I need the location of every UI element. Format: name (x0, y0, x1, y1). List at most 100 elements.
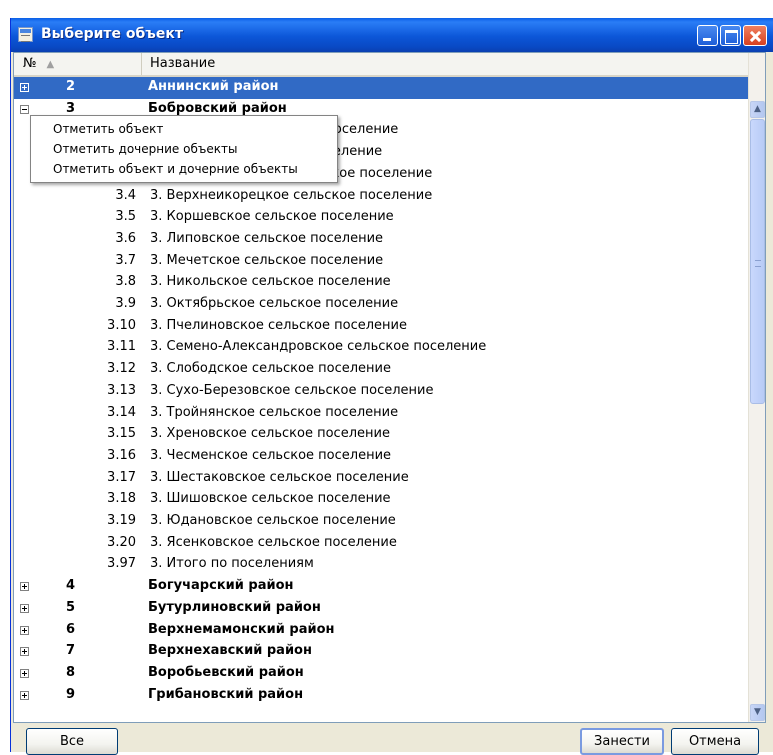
dialog-footer: Все Занести Отмена (11, 723, 773, 755)
row-number: 3.18 (107, 491, 136, 507)
row-name: Бобровский район (148, 100, 287, 116)
expand-icon[interactable] (20, 647, 29, 657)
table-row[interactable]: 3.4 3. Верхнеикорецкое сельское поселение (14, 186, 754, 208)
expand-icon[interactable] (20, 690, 29, 700)
table-row[interactable]: 3.13 3. Сухо-Березовское сельское поселен… (14, 381, 754, 403)
table-row[interactable]: 3.97 3. Итого по поселениям (14, 554, 754, 576)
expand-icon[interactable] (20, 603, 29, 613)
row-number: 3.16 (107, 447, 136, 463)
table-row[interactable]: 3.15 3. Хреновское сельское поселение (14, 424, 754, 446)
row-name: 3. Пчелиновское сельское поселение (150, 317, 407, 333)
row-number: 3.8 (115, 274, 136, 290)
background-edge (0, 0, 10, 752)
vertical-scrollbar[interactable]: ▲ ▼ (748, 53, 765, 722)
table-row[interactable]: 3.19 3. Юдановское сельское поселение (14, 511, 754, 533)
table-row[interactable]: 3.17 3. Шестаковское сельское поселение (14, 468, 754, 490)
app-icon (18, 27, 33, 42)
cancel-button[interactable]: Отмена (671, 728, 759, 755)
row-number: 3.7 (115, 252, 136, 268)
table-row[interactable]: 3.8 3. Никольское сельское поселение (14, 272, 754, 294)
row-number: 3.20 (107, 534, 136, 550)
expand-icon[interactable] (20, 582, 29, 592)
table-row[interactable]: 6 Верхнемамонский район (14, 620, 754, 642)
row-number: 3 (66, 100, 76, 116)
row-number: 3.14 (107, 404, 136, 420)
table-row[interactable]: 9 Грибановский район (14, 685, 754, 707)
row-name: 3. Шишовское сельское поселение (150, 491, 391, 507)
row-number: 3.13 (107, 382, 136, 398)
expand-icon[interactable] (20, 668, 29, 678)
scroll-grip-icon (755, 260, 761, 267)
menu-item-mark-children[interactable]: Отметить дочерние объекты (31, 139, 337, 159)
table-row[interactable]: 3.18 3. Шишовское сельское поселение (14, 489, 754, 511)
row-name: 3. Коршевское сельское поселение (150, 209, 394, 225)
row-number: 6 (66, 621, 76, 637)
expand-icon[interactable] (20, 83, 29, 92)
window-title: Выберите объект (41, 26, 183, 42)
table-row[interactable]: 3.20 3. Ясенковское сельское поселение (14, 533, 754, 555)
row-name: 3. Шестаковское сельское поселение (150, 469, 409, 485)
row-name: 3. Никольское сельское поселение (150, 274, 391, 290)
table-row[interactable]: 7 Верхнехавский район (14, 641, 754, 663)
select-all-button[interactable]: Все (26, 728, 118, 755)
row-name: 3. Тройнянское сельское поселение (150, 404, 399, 420)
row-name: 3. Верхнеикорецкое сельское поселение (150, 187, 433, 203)
row-name: 3. Липовское сельское поселение (150, 230, 384, 246)
row-number: 3.97 (107, 556, 136, 572)
column-header-name[interactable]: Название (142, 53, 754, 75)
column-header-number[interactable]: № ▲ (14, 53, 142, 75)
maximize-button[interactable] (720, 25, 741, 46)
row-number: 2 (66, 79, 76, 94)
row-name: 3. Итого по поселениям (150, 556, 314, 572)
row-name: 3. Чесменское сельское поселение (150, 447, 392, 463)
table-row[interactable]: 3.7 3. Мечетское сельское поселение (14, 251, 754, 273)
menu-item-mark-object[interactable]: Отметить объект (31, 119, 337, 139)
row-number: 3.6 (115, 230, 136, 246)
menu-item-mark-object-and-children[interactable]: Отметить объект и дочерние объекты (31, 159, 337, 179)
row-number: 7 (66, 643, 76, 659)
row-number: 3.12 (107, 361, 136, 377)
table-row[interactable]: 3.9 3. Октябрьское сельское поселение (14, 294, 754, 316)
table-row[interactable]: 3.10 3. Пчелиновское сельское поселение (14, 316, 754, 338)
title-bar[interactable]: Выберите объект (11, 18, 773, 52)
context-menu: Отметить объект Отметить дочерние объект… (30, 115, 338, 183)
scroll-down-button[interactable]: ▼ (750, 704, 765, 721)
table-row[interactable]: 8 Воробьевский район (14, 663, 754, 685)
table-row[interactable]: 3.5 3. Коршевское сельское поселение (14, 207, 754, 229)
minimize-button[interactable] (697, 25, 718, 46)
row-name: Верхнехавский район (148, 643, 312, 659)
row-name: 3. Семено-Александровское сельское посел… (150, 339, 487, 355)
table-row[interactable]: 3.14 3. Тройнянское сельское поселение (14, 403, 754, 425)
row-name: Аннинский район (148, 79, 279, 94)
row-name: 3. Слободское сельское поселение (150, 361, 391, 377)
scroll-up-button[interactable]: ▲ (750, 101, 765, 118)
row-name: 3. Юдановское сельское поселение (150, 513, 396, 528)
table-row[interactable]: 5 Бутурлиновский район (14, 598, 754, 620)
row-name: Богучарский район (148, 578, 294, 594)
row-name: 3. Мечетское сельское поселение (150, 252, 384, 268)
table-row[interactable]: 3.12 3. Слободское сельское поселение (14, 359, 754, 381)
table-row[interactable]: 4 Богучарский район (14, 576, 754, 598)
row-name: Грибановский район (148, 686, 304, 702)
row-number: 3.9 (115, 296, 136, 311)
table-row[interactable]: 3.16 3. Чесменское сельское поселение (14, 446, 754, 468)
row-name: 3. Хреновское сельское поселение (150, 426, 390, 442)
row-name: 3. Октябрьское сельское поселение (150, 296, 399, 311)
close-button[interactable] (743, 25, 767, 46)
table-row[interactable]: 3.11 3. Семено-Александровское сельское п… (14, 337, 754, 359)
row-number: 3.11 (107, 339, 136, 355)
grid-header: № ▲ Название (14, 53, 754, 77)
table-row[interactable]: 2 Аннинский район (14, 77, 754, 99)
enter-button[interactable]: Занести (580, 728, 664, 755)
row-number: 3.15 (107, 426, 136, 442)
expand-icon[interactable] (20, 625, 29, 635)
row-number: 3.4 (115, 187, 136, 203)
table-row[interactable]: 3.6 3. Липовское сельское поселение (14, 229, 754, 251)
row-name: 3. Сухо-Березовское сельское поселение (150, 382, 434, 398)
row-number: 9 (66, 686, 76, 702)
collapse-icon[interactable] (20, 104, 29, 114)
row-name: Бутурлиновский район (148, 599, 321, 615)
scroll-thumb[interactable] (750, 119, 765, 404)
row-number: 3.19 (107, 513, 136, 528)
row-number: 3.17 (107, 469, 136, 485)
